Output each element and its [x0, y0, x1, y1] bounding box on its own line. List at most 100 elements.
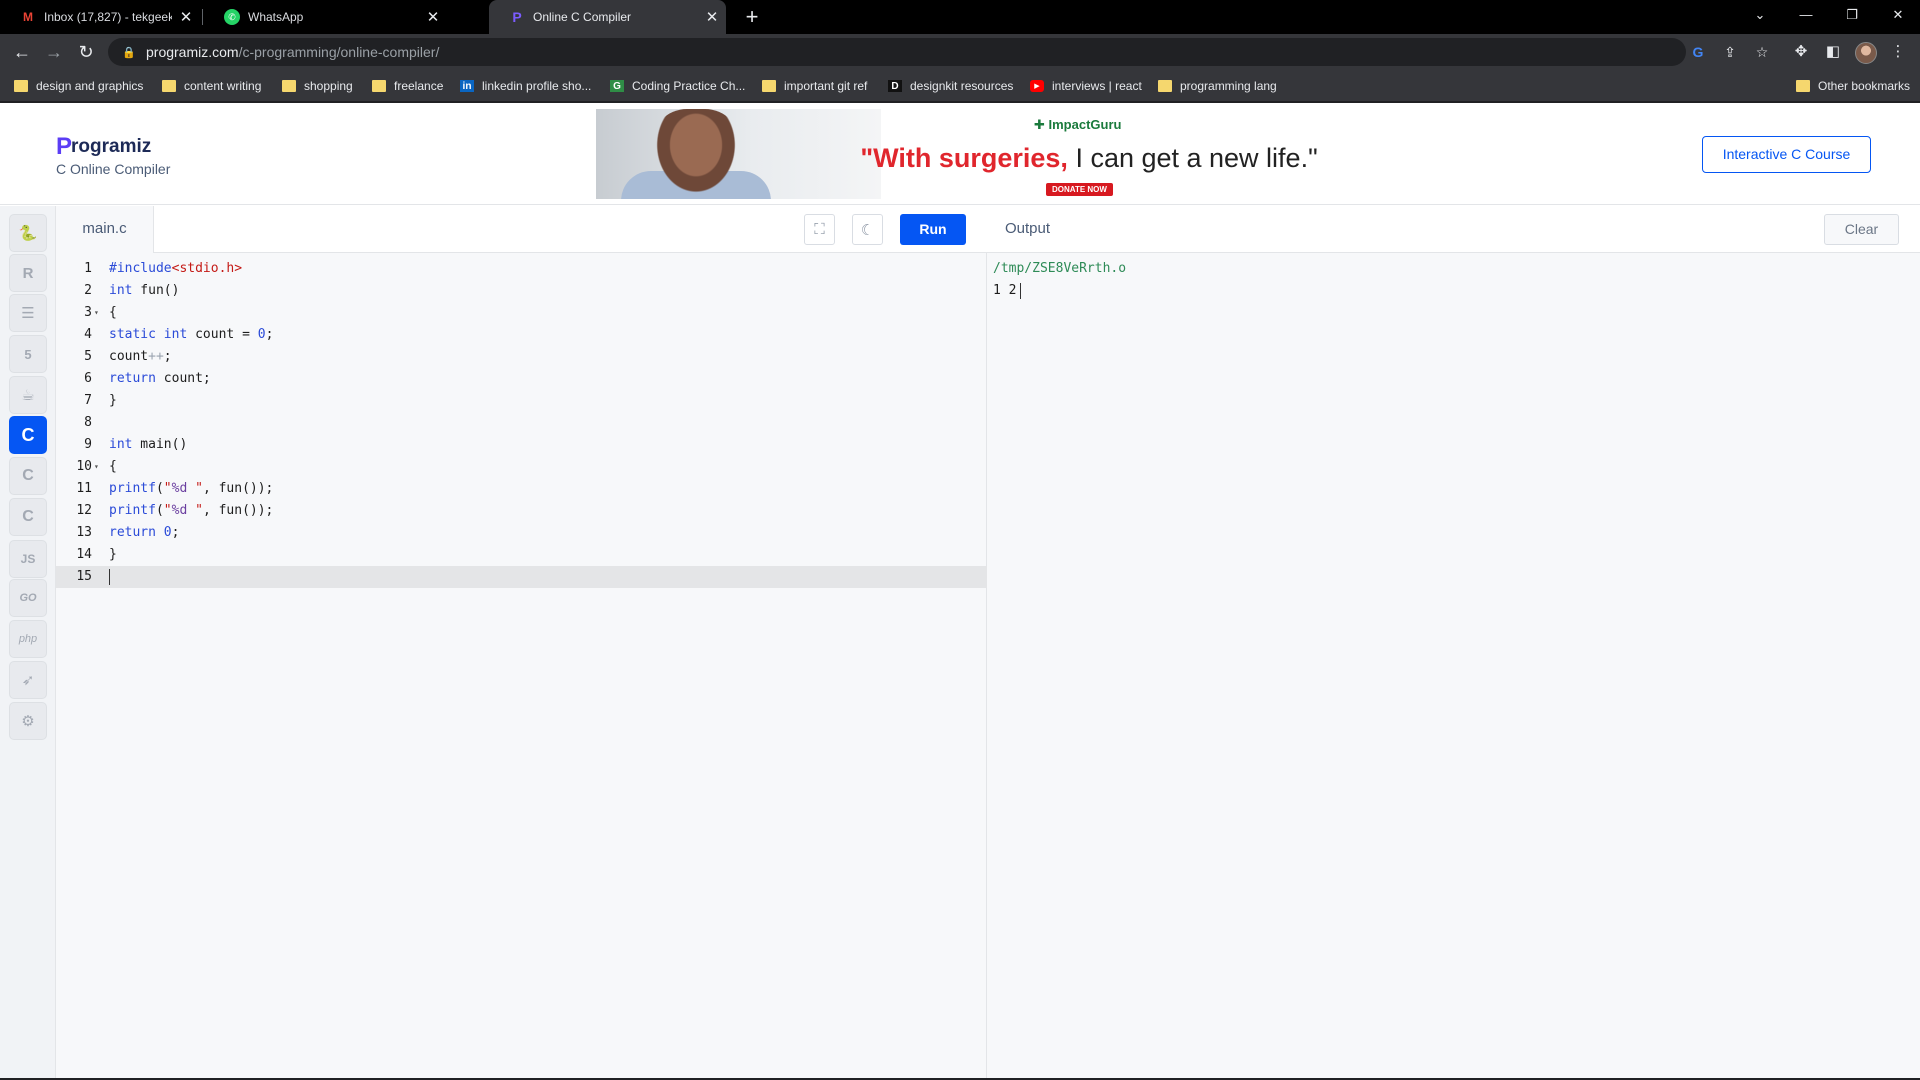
minimize-icon[interactable]: —	[1783, 0, 1829, 30]
bookmark-designkit[interactable]: Ddesignkit resources	[888, 77, 1013, 95]
address-bar[interactable]: 🔒 programiz.com/c-programming/online-com…	[108, 38, 1686, 66]
bookmark-folder[interactable]: content writing	[162, 77, 261, 95]
csharp-icon[interactable]: C	[9, 498, 47, 536]
tab-title: Online C Compiler	[533, 10, 632, 24]
reload-icon[interactable]: ↻	[72, 38, 100, 66]
extensions-icon[interactable]: ✥	[1789, 38, 1813, 66]
ad-banner[interactable]: ✚ ImpactGuru "With surgeries, I can get …	[596, 109, 1326, 199]
bookmark-label: content writing	[184, 79, 262, 93]
page-content: Programiz C Online Compiler ✚ ImpactGuru…	[0, 103, 1920, 1080]
go-icon[interactable]: GO	[9, 579, 47, 617]
programiz-logo[interactable]: Programiz	[56, 133, 151, 161]
ad-photo-face	[651, 109, 741, 199]
folder-icon	[1158, 80, 1172, 92]
bookmark-folder[interactable]: design and graphics	[14, 77, 143, 95]
window-close-icon[interactable]: ✕	[1875, 0, 1920, 30]
folder-icon	[1796, 80, 1810, 92]
browser-toolbar: ← → ↻ 🔒 programiz.com/c-programming/onli…	[0, 34, 1920, 70]
code-line: 14}	[76, 547, 117, 562]
html5-icon[interactable]: 5	[9, 335, 47, 373]
editor-header: main.c ⛶ ☾ Run	[56, 206, 987, 253]
sql-icon[interactable]: ☰	[9, 294, 47, 332]
output-result: 1 2	[993, 283, 1017, 298]
interactive-course-button[interactable]: Interactive C Course	[1702, 136, 1871, 173]
back-icon[interactable]: ←	[8, 38, 36, 66]
restore-icon[interactable]: ❐	[1829, 0, 1875, 30]
python-icon[interactable]: 🐍	[9, 214, 47, 252]
output-title: Output	[1005, 220, 1051, 237]
url-path: /c-programming/online-compiler/	[238, 44, 440, 60]
tab-search-icon[interactable]: ⌄	[1737, 0, 1783, 30]
java-icon[interactable]: ☕	[9, 376, 47, 414]
profile-avatar[interactable]	[1855, 42, 1877, 64]
bookmark-linkedin[interactable]: in linkedin profile sho...	[460, 77, 591, 95]
bookmark-label: interviews | react	[1052, 79, 1142, 93]
folder-icon	[162, 80, 176, 92]
tab-title: Inbox (17,827) - tekgeek1399@gm	[44, 10, 172, 24]
close-icon[interactable]: ✕	[172, 8, 200, 26]
ad-brand: ✚ ImpactGuru	[1034, 117, 1122, 132]
tab-separator	[202, 9, 203, 25]
bookmark-label: shopping	[304, 79, 353, 93]
r-lang-icon[interactable]: R	[9, 254, 47, 292]
javascript-icon[interactable]: JS	[9, 540, 47, 578]
bookmark-label: designkit resources	[910, 79, 1014, 93]
folder-icon	[372, 80, 386, 92]
ad-quote-highlight: "With surgeries,	[860, 143, 1068, 173]
menu-icon[interactable]: ⋮	[1886, 38, 1910, 66]
code-line: 10 ▾{	[76, 459, 117, 474]
tab-whatsapp[interactable]: ✆ WhatsApp ✕	[204, 0, 447, 34]
rust-icon[interactable]: ⚙	[9, 702, 47, 740]
close-icon[interactable]: ✕	[419, 8, 447, 26]
share-icon[interactable]: ⇪	[1720, 42, 1740, 62]
tab-online-c-compiler[interactable]: P Online C Compiler ✕	[489, 0, 726, 34]
linkedin-icon: in	[460, 80, 474, 92]
bookmark-label: freelance	[394, 79, 444, 93]
ad-donate-button[interactable]: DONATE NOW	[1046, 183, 1113, 196]
output-console[interactable]: /tmp/ZSE8VeRrth.o 1 2	[993, 258, 1126, 302]
bookmark-label: Coding Practice Ch...	[632, 79, 746, 93]
code-line: 2 int fun()	[84, 283, 180, 298]
text-cursor	[109, 569, 110, 585]
output-result-line: 1 2	[993, 280, 1126, 302]
bookmark-label: Other bookmarks	[1818, 79, 1911, 93]
code-line: 8	[84, 415, 92, 430]
bookmarks-bar: design and graphics content writing shop…	[0, 70, 1920, 102]
close-icon[interactable]: ✕	[698, 8, 726, 26]
bookmark-folder[interactable]: programming lang	[1158, 77, 1277, 95]
clear-button[interactable]: Clear	[1824, 214, 1899, 245]
swift-icon[interactable]: ➶	[9, 661, 47, 699]
bookmark-youtube[interactable]: ▶ interviews | react	[1030, 77, 1142, 95]
new-tab-icon[interactable]: +	[738, 4, 766, 30]
bookmark-folder[interactable]: freelance	[372, 77, 443, 95]
bookmark-star-icon[interactable]: ☆	[1752, 42, 1772, 62]
other-bookmarks[interactable]: Other bookmarks	[1796, 77, 1910, 95]
dark-mode-icon[interactable]: ☾	[852, 214, 883, 245]
lock-icon: 🔒	[122, 46, 136, 59]
page-subtitle: C Online Compiler	[56, 161, 171, 177]
bookmark-folder[interactable]: shopping	[282, 77, 353, 95]
code-line: 6 return count;	[84, 371, 211, 386]
run-button[interactable]: Run	[900, 214, 966, 245]
fullscreen-icon[interactable]: ⛶	[804, 214, 835, 245]
ad-photo	[596, 109, 881, 199]
code-editor-panel: main.c ⛶ ☾ Run 1 #include<stdio.h> 2 int f…	[56, 206, 987, 1080]
php-icon[interactable]: php	[9, 620, 47, 658]
code-line: 13 return 0;	[76, 525, 180, 540]
code-line-active: 15	[56, 566, 987, 588]
cpp-icon[interactable]: C	[9, 457, 47, 495]
c-lang-icon[interactable]: C	[9, 416, 47, 454]
whatsapp-icon: ✆	[224, 9, 240, 25]
code-line: 12 printf("%d ", fun());	[76, 503, 274, 518]
file-tab-main-c[interactable]: main.c	[56, 206, 154, 253]
tab-title: WhatsApp	[248, 10, 304, 24]
bookmark-folder[interactable]: important git ref	[762, 77, 867, 95]
google-icon[interactable]: G	[1688, 42, 1708, 62]
output-binary-path: /tmp/ZSE8VeRrth.o	[993, 261, 1127, 276]
bookmark-coding-practice[interactable]: G Coding Practice Ch...	[610, 77, 745, 95]
tab-gmail[interactable]: M Inbox (17,827) - tekgeek1399@gm ✕	[0, 0, 200, 34]
programiz-icon: P	[512, 9, 522, 25]
side-panel-icon[interactable]: ◧	[1821, 38, 1845, 66]
forward-icon[interactable]: →	[40, 38, 68, 66]
code-area[interactable]: 1 #include<stdio.h> 2 int fun() 3 ▾{ 4 stati…	[56, 258, 987, 588]
